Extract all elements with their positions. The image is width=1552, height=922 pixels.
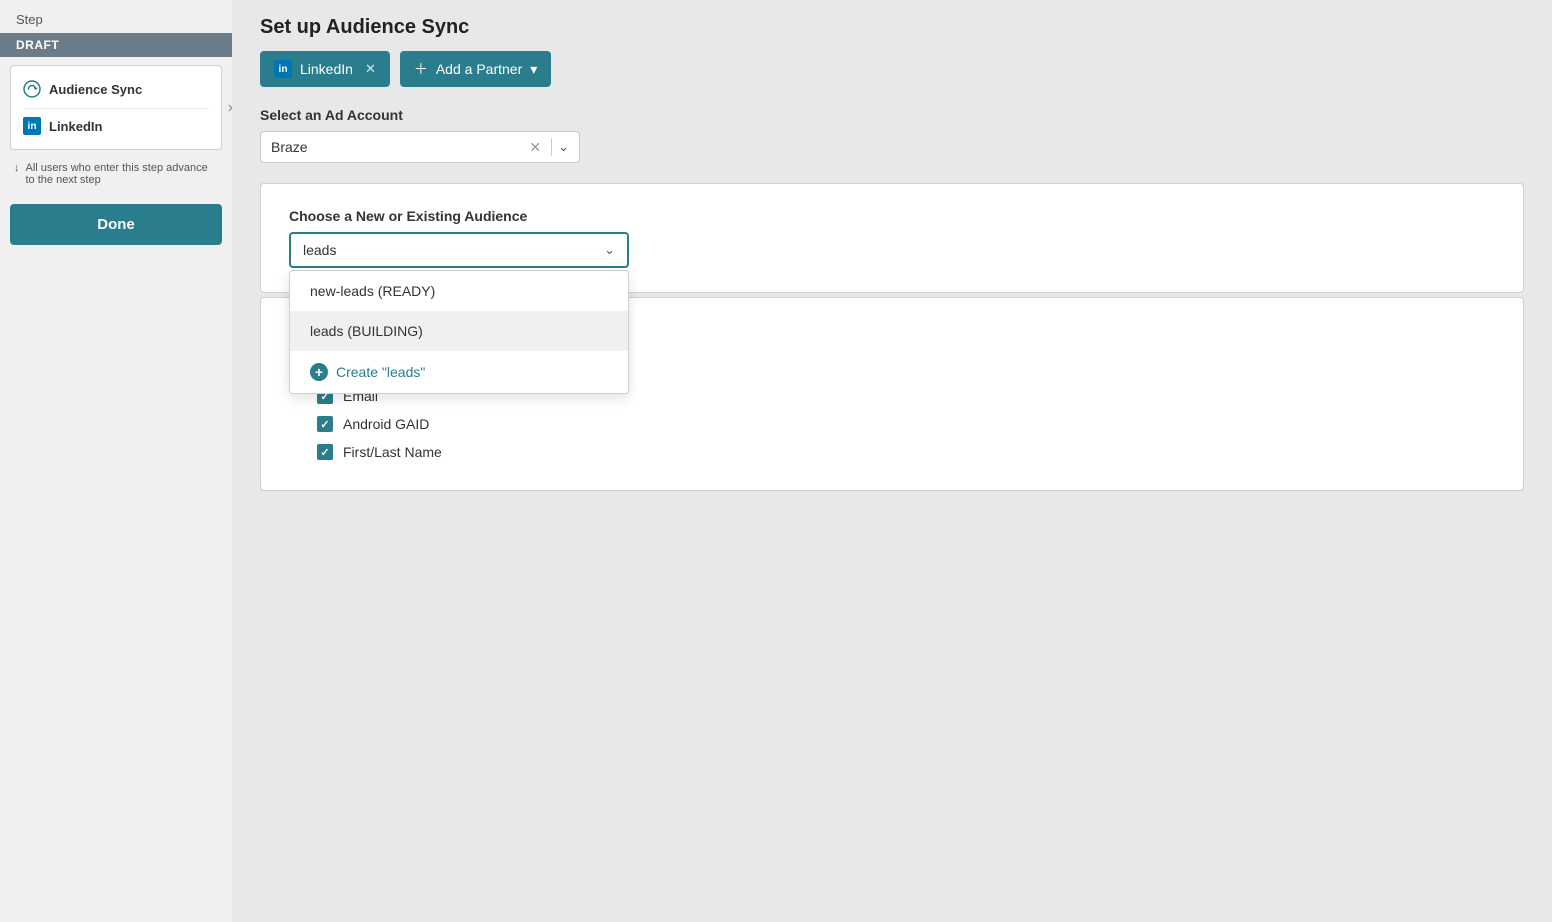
advance-arrow-icon: ↓: [14, 162, 20, 174]
android-gaid-label: Android GAID: [343, 416, 429, 432]
linkedin-sidebar-label: LinkedIn: [49, 119, 102, 134]
ad-account-divider: [551, 138, 552, 156]
sidebar-advance-text: ↓ All users who enter this step advance …: [0, 158, 232, 196]
main-content: in LinkedIn ✕ ＋ Add a Partner ▾ Select a…: [232, 51, 1552, 519]
create-plus-icon: +: [310, 363, 328, 381]
ad-account-value: Braze: [271, 139, 525, 155]
audience-sync-icon: [23, 80, 41, 98]
linkedin-sidebar-icon: in: [23, 117, 41, 135]
audience-dropdown-wrapper: leads ⌄ new-leads (READY) leads (BUILDIN…: [289, 232, 629, 268]
field-first-last-name-row[interactable]: ✓ First/Last Name: [289, 438, 1495, 466]
audience-select-value: leads: [303, 242, 604, 258]
audience-section-label: Choose a New or Existing Audience: [289, 208, 1495, 224]
add-partner-plus-icon: ＋: [414, 59, 428, 79]
ad-account-section: Select an Ad Account Braze ✕ ⌄: [260, 107, 1524, 163]
audience-select-box[interactable]: leads ⌄: [289, 232, 629, 268]
dropdown-item-leads-building[interactable]: leads (BUILDING): [290, 311, 628, 351]
page-title: Set up Audience Sync: [260, 16, 1524, 39]
partner-buttons: in LinkedIn ✕ ＋ Add a Partner ▾: [260, 51, 1524, 87]
linkedin-tag-icon: in: [274, 60, 292, 78]
audience-select-chevron-icon[interactable]: ⌄: [604, 242, 615, 258]
sidebar-step-label: Step: [0, 0, 232, 33]
field-android-gaid-row[interactable]: ✓ Android GAID: [289, 410, 1495, 438]
sidebar-card: Audience Sync in LinkedIn ›: [10, 65, 222, 150]
dropdown-item-new-leads[interactable]: new-leads (READY): [290, 271, 628, 311]
ad-account-select[interactable]: Braze ✕ ⌄: [260, 131, 580, 163]
sidebar-draft-bar: DRAFT: [0, 33, 232, 57]
sidebar-item-audience-sync[interactable]: Audience Sync: [23, 76, 209, 102]
add-partner-button[interactable]: ＋ Add a Partner ▾: [400, 51, 551, 87]
audience-dropdown-menu: new-leads (READY) leads (BUILDING) + Cre…: [289, 270, 629, 394]
sidebar: Step DRAFT Audience Sync in LinkedIn › ↓…: [0, 0, 232, 922]
main-content-area: Set up Audience Sync in LinkedIn ✕ ＋ Add…: [232, 0, 1552, 922]
add-partner-label: Add a Partner: [436, 61, 522, 77]
linkedin-tag-label: LinkedIn: [300, 61, 353, 77]
sidebar-item-linkedin[interactable]: in LinkedIn: [23, 108, 209, 139]
linkedin-tag-button[interactable]: in LinkedIn ✕: [260, 51, 390, 87]
android-gaid-check-icon: ✓: [320, 418, 329, 431]
main-header: Set up Audience Sync: [232, 0, 1552, 51]
first-last-name-checkbox[interactable]: ✓: [317, 444, 333, 460]
create-leads-label: Create "leads": [336, 364, 425, 380]
audience-sync-label: Audience Sync: [49, 82, 142, 97]
first-last-name-check-icon: ✓: [320, 446, 329, 459]
android-gaid-checkbox[interactable]: ✓: [317, 416, 333, 432]
ad-account-label: Select an Ad Account: [260, 107, 1524, 123]
done-button[interactable]: Done: [10, 204, 222, 245]
sidebar-arrow-icon: ›: [228, 99, 233, 117]
ad-account-chevron-icon[interactable]: ⌄: [558, 139, 569, 155]
dropdown-create-leads[interactable]: + Create "leads": [290, 351, 628, 393]
first-last-name-label: First/Last Name: [343, 444, 442, 460]
linkedin-close-icon[interactable]: ✕: [365, 61, 376, 77]
ad-account-clear-icon[interactable]: ✕: [525, 139, 545, 156]
add-partner-chevron-icon: ▾: [530, 61, 537, 78]
audience-card: Choose a New or Existing Audience leads …: [260, 183, 1524, 293]
